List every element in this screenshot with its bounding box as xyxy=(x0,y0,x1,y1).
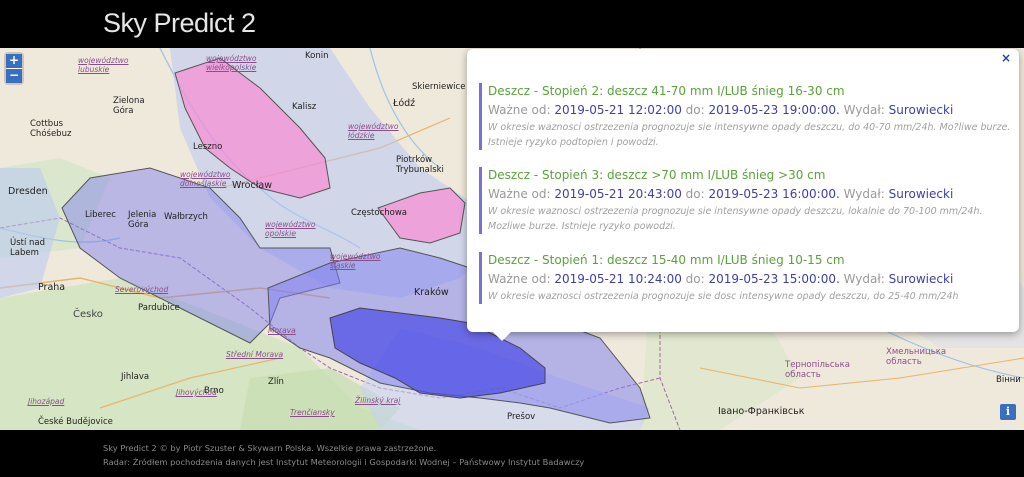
map-label-czestochowa: Częstochowa xyxy=(351,208,408,218)
map-label-dolnoslaskie: województwo dolnośląskie xyxy=(180,170,231,188)
map-label-slaskie: województwo śląskie xyxy=(330,252,381,270)
popup-tip xyxy=(491,330,513,341)
map-label-morava: Morava xyxy=(268,326,296,335)
zoom-out-button[interactable]: − xyxy=(6,69,22,83)
issued-label: Wydał: xyxy=(843,103,885,117)
warning-item: Deszcz - Stopień 2: deszcz 41-70 mm I/LU… xyxy=(479,83,1018,150)
map-label-skierniewice: Skierniewice xyxy=(412,82,466,92)
warning-item: Deszcz - Stopień 1: deszcz 15-40 mm I/LU… xyxy=(479,252,1018,304)
valid-from-value: 2019-05-21 20:43:00 xyxy=(554,187,682,201)
map-label-wielkopolskie: województwo wielkopolskie xyxy=(206,54,257,72)
warning-meta: Ważne od: 2019-05-21 12:02:00 do: 2019-0… xyxy=(488,101,1018,119)
footer-radar-source: Radar: Źródłem pochodzenia danych jest I… xyxy=(103,457,585,467)
warning-title: Deszcz - Stopień 3: deszcz >70 mm I/LUB … xyxy=(488,168,826,182)
issued-label: Wydał: xyxy=(843,187,885,201)
warning-description: W okresie waznosci ostrzezenia prognozuj… xyxy=(488,122,1011,148)
map-label-jelenia-gora: Jelenia Góra xyxy=(128,210,157,230)
warning-meta: Ważne od: 2019-05-21 20:43:00 do: 2019-0… xyxy=(488,185,1018,203)
map-label-ternopil: Тернопільська область xyxy=(785,360,850,380)
warning-item: Deszcz - Stopień 3: deszcz >70 mm I/LUB … xyxy=(479,167,1018,234)
valid-to-value: 2019-05-23 19:00:00. xyxy=(708,103,840,117)
warning-title: Deszcz - Stopień 2: deszcz 41-70 mm I/LU… xyxy=(488,84,845,98)
map-label-presov: Prešov xyxy=(507,412,536,422)
map-label-jihlava: Jihlava xyxy=(121,372,150,382)
map-label-khmelnytsky: Хмельницька область xyxy=(886,347,947,367)
map-label-vinnytsia: Вінни xyxy=(996,375,1021,385)
valid-to-label: do: xyxy=(685,272,705,286)
valid-to-label: do: xyxy=(685,103,705,117)
map-label-walbrzych: Wałbrzych xyxy=(164,212,208,222)
map-label-zlin: Zlín xyxy=(268,377,284,387)
issued-by-value: Surowiecki xyxy=(888,272,954,286)
map-label-stredni: Střední Morava xyxy=(226,350,284,359)
warning-title: Deszcz - Stopień 1: deszcz 15-40 mm I/LU… xyxy=(488,253,845,267)
map-label-lodz: Łódź xyxy=(393,98,416,109)
map-label-trencinsky: Trenčiansky xyxy=(290,408,335,417)
map-label-lubuskie: województwo lubuskie xyxy=(78,56,129,74)
map-label-ceske: České Budějovice xyxy=(38,417,113,427)
close-icon[interactable]: × xyxy=(1001,51,1011,65)
map-label-severo: Severovýchod xyxy=(115,285,169,294)
map-label-opolskie: województwo opolskie xyxy=(265,220,316,238)
valid-to-value: 2019-05-23 15:00:00. xyxy=(708,272,840,286)
map-label-konin: Konin xyxy=(305,51,329,61)
app-title: Sky Predict 2 xyxy=(103,8,256,38)
valid-to-value: 2019-05-23 16:00:00. xyxy=(708,187,840,201)
warning-meta: Ważne od: 2019-05-21 10:24:00 do: 2019-0… xyxy=(488,270,1018,288)
map-label-leszno: Leszno xyxy=(193,142,223,152)
map-label-jihovychod: Jihovýchod xyxy=(176,388,217,397)
valid-from-value: 2019-05-21 12:02:00 xyxy=(554,103,682,117)
warning-popup: × Deszcz - Stopień 2: deszcz 41-70 mm I/… xyxy=(467,49,1019,332)
issued-label: Wydał: xyxy=(843,272,885,286)
valid-from-value: 2019-05-21 10:24:00 xyxy=(554,272,682,286)
map-label-ivano: Івано-Франківськ xyxy=(718,406,805,417)
map-label-cottbus: Cottbus Chóśebuz xyxy=(30,119,72,139)
footer-copyright: Sky Predict 2 © by Piotr Szuster & Skywa… xyxy=(103,443,437,453)
issued-by-value: Surowiecki xyxy=(888,103,954,117)
valid-from-label: Ważne od: xyxy=(488,272,551,286)
warning-description: W okresie waznosci ostrzezenia prognozuj… xyxy=(488,206,983,232)
app-header: Sky Predict 2 xyxy=(0,0,1024,48)
map-label-piotrkow: Piotrków Trybunalski xyxy=(396,155,444,175)
info-button[interactable]: i xyxy=(1000,404,1016,420)
map-label-zielona-gora: Zielona Góra xyxy=(113,96,145,116)
map-label-kalisz: Kalisz xyxy=(292,102,317,112)
map-label-dresden: Dresden xyxy=(8,186,48,197)
zoom-control: + − xyxy=(6,54,22,83)
zoom-in-button[interactable]: + xyxy=(6,54,22,69)
map-label-pardubice: Pardubice xyxy=(138,303,180,313)
footer: Sky Predict 2 © by Piotr Szuster & Skywa… xyxy=(0,430,1024,477)
map-label-praha: Praha xyxy=(38,282,66,293)
issued-by-value: Surowiecki xyxy=(888,187,954,201)
map-label-zilinsky: Žilinský kraj xyxy=(355,396,401,405)
map-label-krakow: Kraków xyxy=(414,287,449,298)
map-label-lodzkie: województwo łódzkie xyxy=(348,122,399,140)
warning-description: W okresie waznosci ostrzezenia prognozuj… xyxy=(488,291,959,302)
map-label-usti: Ústí nad Labem xyxy=(10,238,46,258)
valid-to-label: do: xyxy=(685,187,705,201)
valid-from-label: Ważne od: xyxy=(488,103,551,117)
map-label-jihozapad: Jihozápad xyxy=(28,397,65,406)
valid-from-label: Ważne od: xyxy=(488,187,551,201)
map-label-liberec: Liberec xyxy=(85,210,116,220)
map-label-cesko: Česko xyxy=(73,309,103,320)
